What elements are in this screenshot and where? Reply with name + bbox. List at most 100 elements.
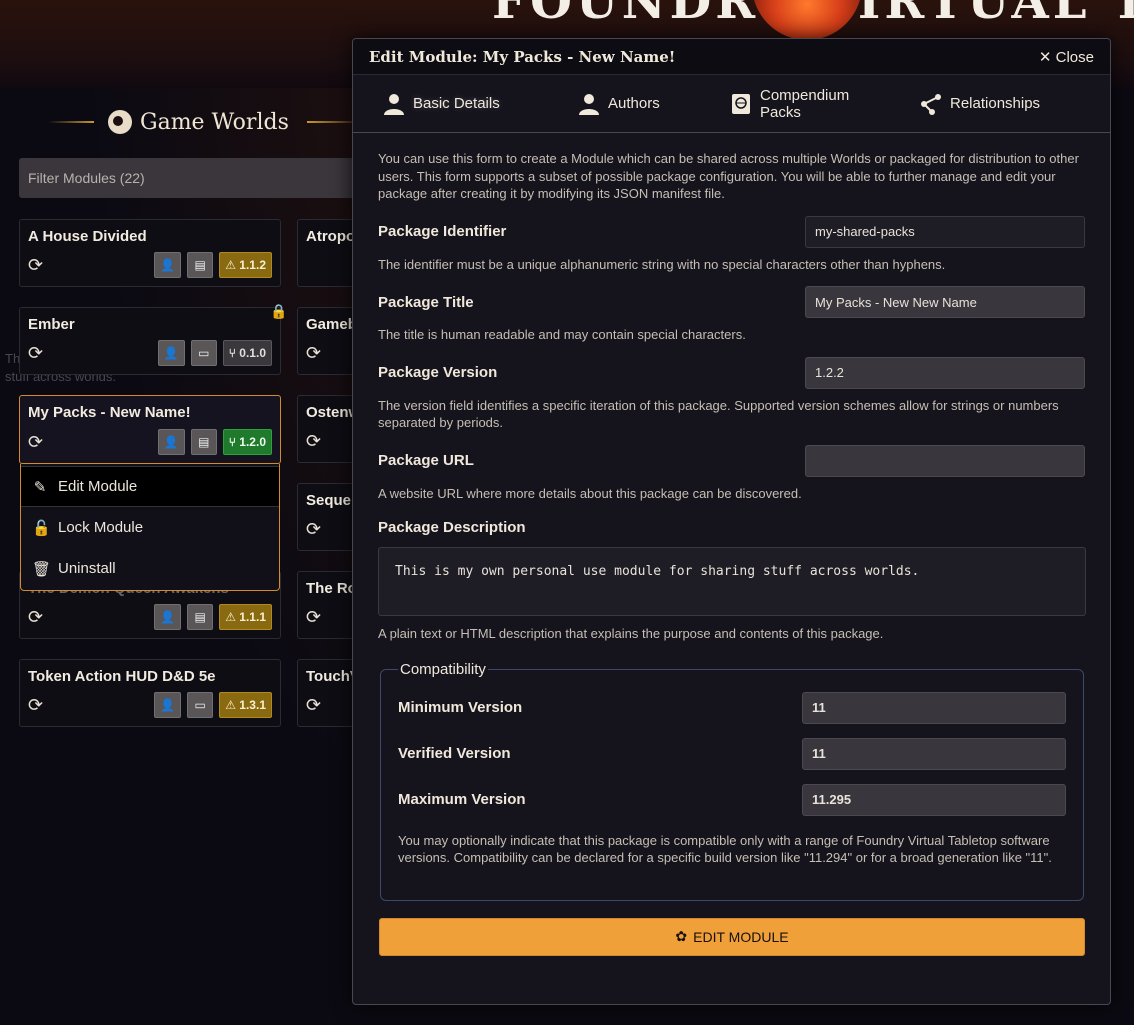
compatibility-hint: You may optionally indicate that this pa… xyxy=(398,832,1052,866)
basic-details-form: You can use this form to create a Module… xyxy=(353,133,1110,956)
game-worlds-title[interactable]: Game Worlds xyxy=(140,110,289,135)
tab-label: Compendium Packs xyxy=(760,86,850,121)
verified-version-input[interactable]: 11 xyxy=(802,737,1066,770)
tab-relationships[interactable]: Relationships xyxy=(904,75,1064,133)
package-identifier-input[interactable]: my-shared-packs xyxy=(805,215,1085,248)
unlock-icon: 🔓 xyxy=(32,519,51,537)
trash-icon: 🗑 xyxy=(32,560,52,578)
game-worlds-header: Game Worlds xyxy=(48,104,368,140)
field-hint: A plain text or HTML description that ex… xyxy=(378,626,884,641)
module-title: Token Action HUD D&D 5e xyxy=(28,668,216,685)
package-version-input[interactable]: 1.2.2 xyxy=(805,356,1085,389)
user-icon[interactable]: 👤 xyxy=(154,692,182,718)
edit-module-menu-item[interactable]: ✎ Edit Module xyxy=(21,466,279,507)
branch-icon: ⑂ xyxy=(228,346,240,360)
package-version-group: Package Version 1.2.2 The version field … xyxy=(378,356,1085,432)
package-title-group: Package Title My Packs - New New Name Th… xyxy=(378,286,1085,344)
field-hint: The identifier must be a unique alphanum… xyxy=(378,256,946,272)
verified-version-row: Verified Version 11 xyxy=(398,737,1066,770)
compatibility-legend: Compatibility xyxy=(400,660,486,678)
sync-icon[interactable]: ⟳ xyxy=(28,695,43,716)
sync-icon[interactable]: ⟳ xyxy=(306,607,321,628)
minimum-version-row: Minimum Version 11 xyxy=(398,691,1066,724)
version-text: 1.1.2 xyxy=(239,258,266,272)
tab-compendium-packs[interactable]: Compendium Packs xyxy=(714,75,904,133)
version-text: 1.1.1 xyxy=(239,610,266,624)
package-url-input[interactable] xyxy=(805,444,1085,477)
close-button[interactable]: ✕ Close xyxy=(1039,48,1094,66)
maximum-version-row: Maximum Version 11.295 xyxy=(398,783,1066,816)
user-icon[interactable]: 👤 xyxy=(154,252,182,278)
module-card-token-action-hud[interactable]: Token Action HUD D&D 5e ⟳ 👤 ▭ ⚠ 1.3.1 xyxy=(19,659,281,727)
tab-label: Authors xyxy=(608,95,660,112)
field-hint: A website URL where more details about t… xyxy=(378,485,802,501)
sync-icon[interactable]: ⟳ xyxy=(28,607,43,628)
sync-icon[interactable]: ⟳ xyxy=(306,695,321,716)
tab-label: Relationships xyxy=(950,95,1041,112)
minimum-version-input[interactable]: 11 xyxy=(802,691,1066,724)
version-badge-warning[interactable]: ⚠ 1.3.1 xyxy=(219,692,272,718)
user-icon[interactable]: 👤 xyxy=(157,429,185,455)
id-card-icon[interactable]: ▭ xyxy=(187,692,214,718)
user-icon xyxy=(383,93,405,115)
module-card-my-packs[interactable]: My Packs - New Name! ⟳ 👤 ▤ ⑂ 1.2.0 xyxy=(19,395,281,464)
lock-module-menu-item[interactable]: 🔓 Lock Module xyxy=(21,507,279,548)
maximum-version-input[interactable]: 11.295 xyxy=(802,783,1066,816)
sync-icon[interactable]: ⟳ xyxy=(28,432,43,453)
tab-basic-details[interactable]: Basic Details xyxy=(367,75,542,133)
version-text: 0.1.0 xyxy=(239,346,266,360)
module-title: Gameboard xyxy=(306,316,358,333)
version-badge-ok[interactable]: ⑂ 1.2.0 xyxy=(222,429,272,455)
edit-module-submit-button[interactable]: ✿ EDIT MODULE xyxy=(379,917,1085,956)
user-icon[interactable]: 👤 xyxy=(154,604,182,630)
book-icon[interactable]: ▤ xyxy=(187,252,214,278)
user-icon[interactable]: 👤 xyxy=(157,340,185,366)
module-title: The Ronin xyxy=(306,580,358,597)
compatibility-fieldset: Compatibility Minimum Version 11 Verifie… xyxy=(380,660,1084,901)
sync-icon[interactable]: ⟳ xyxy=(306,431,321,452)
uninstall-menu-item[interactable]: 🗑 Uninstall xyxy=(21,548,279,589)
sync-icon[interactable]: ⟳ xyxy=(28,255,43,276)
package-url-group: Package URL A website URL where more det… xyxy=(378,444,1085,503)
module-title: My Packs - New Name! xyxy=(28,404,191,421)
version-badge-warning[interactable]: ⚠ 1.1.2 xyxy=(219,252,272,278)
module-title: TouchVTT xyxy=(306,668,358,685)
module-card-a-house-divided[interactable]: A House Divided ⟳ 👤 ▤ ⚠ 1.1.2 xyxy=(19,219,281,287)
field-label: Package Description xyxy=(378,518,526,536)
module-context-menu: ✎ Edit Module 🔓 Lock Module 🗑 Uninstall xyxy=(20,464,280,591)
submit-label: EDIT MODULE xyxy=(693,928,789,945)
menu-item-label: Uninstall xyxy=(58,560,116,577)
dialog-header[interactable]: Edit Module: My Packs - New Name! ✕ Clos… xyxy=(353,39,1110,75)
module-title: A House Divided xyxy=(28,228,147,245)
version-badge-warning[interactable]: ⚠ 1.1.1 xyxy=(219,604,272,630)
module-card-ember[interactable]: Ember ⟳ 👤 ▭ ⑂ 0.1.0 xyxy=(19,307,281,375)
atlas-icon xyxy=(730,93,752,115)
warning-icon: ⚠ xyxy=(225,698,240,712)
warning-icon: ⚠ xyxy=(225,258,240,272)
warning-icon: ⚠ xyxy=(225,610,240,624)
id-card-icon[interactable]: ▭ xyxy=(190,340,217,366)
dialog-title: Edit Module: My Packs - New Name! xyxy=(369,47,676,66)
field-hint: The version field identifies a specific … xyxy=(378,397,1059,431)
tab-label: Basic Details xyxy=(413,95,500,112)
module-title: Atropos xyxy=(306,228,358,245)
version-text: 1.3.1 xyxy=(239,698,266,712)
sync-icon[interactable]: ⟳ xyxy=(28,343,43,364)
lock-icon[interactable]: 🔒 xyxy=(270,303,287,320)
sync-icon[interactable]: ⟳ xyxy=(306,343,321,364)
book-icon[interactable]: ▤ xyxy=(187,604,214,630)
filter-modules-input[interactable]: Filter Modules (22) xyxy=(19,158,364,198)
dialog-tabs: Basic Details Authors Compendium Packs R… xyxy=(353,75,1110,133)
user-icon xyxy=(578,93,600,115)
version-text: 1.2.0 xyxy=(239,435,266,449)
book-icon[interactable]: ▤ xyxy=(190,429,217,455)
header-rule xyxy=(48,121,94,123)
form-intro-text: You can use this form to create a Module… xyxy=(378,151,1079,201)
tab-authors[interactable]: Authors xyxy=(562,75,714,133)
package-description-textarea[interactable]: This is my own personal use module for s… xyxy=(378,547,1086,616)
package-title-input[interactable]: My Packs - New New Name xyxy=(805,286,1085,318)
close-icon: ✕ xyxy=(1038,48,1056,66)
edit-icon: ✎ xyxy=(33,478,47,496)
version-badge[interactable]: ⑂ 0.1.0 xyxy=(222,340,272,366)
sync-icon[interactable]: ⟳ xyxy=(306,519,321,540)
